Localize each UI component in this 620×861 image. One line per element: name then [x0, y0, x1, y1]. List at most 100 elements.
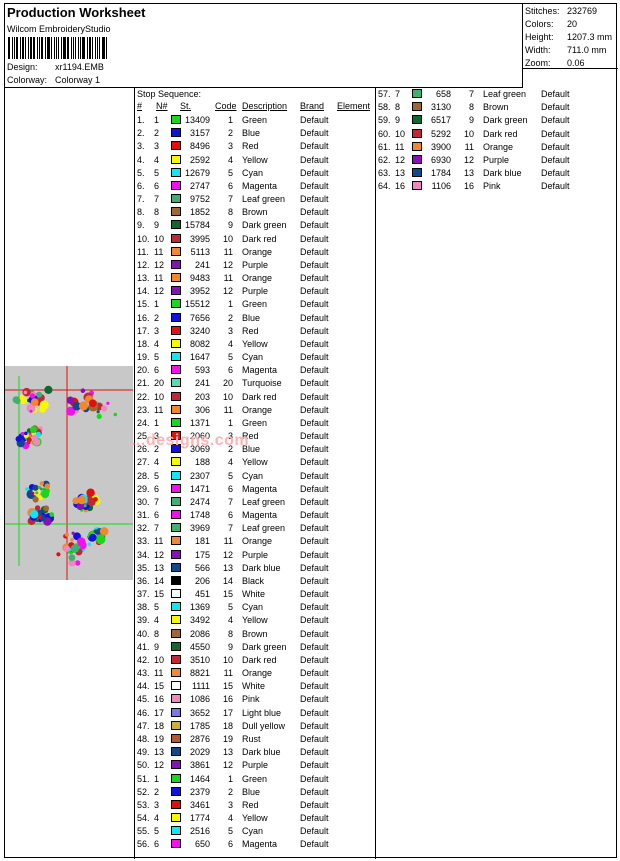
row-number: 7. [137, 194, 145, 205]
needle-number: 20 [154, 378, 165, 389]
color-description: Brown [483, 102, 509, 113]
needle-number: 8 [154, 207, 160, 218]
color-code: 11 [223, 668, 233, 679]
color-code: 9 [468, 115, 474, 126]
row-number: 54. [137, 813, 150, 823]
row-number: 40. [137, 628, 150, 639]
column-header: Element [337, 101, 371, 111]
stat-label: Zoom: [525, 58, 551, 68]
table-row: 51. 1 1464 1 Green Default [135, 773, 375, 787]
color-code: 1 [227, 299, 233, 310]
worksheet-frame: Production Worksheet Wilcom EmbroiderySt… [4, 3, 618, 859]
barcode-icon [8, 37, 108, 59]
color-description: Dark red [242, 233, 277, 244]
brand-name: Default [300, 602, 329, 613]
needle-number: 12 [154, 760, 165, 771]
stat-row: Height: 1207.3 mm [525, 32, 612, 42]
brand-name: Default [300, 615, 329, 626]
row-number: 33. [137, 536, 150, 547]
color-description: Leaf green [242, 194, 286, 205]
table-row: 44. 15 1111 15 White Default [135, 681, 375, 694]
row-number: 44. [137, 681, 150, 692]
color-code: 5 [227, 470, 233, 481]
table-row: 7. 7 9752 7 Leaf green Default [135, 194, 375, 207]
column-header: Brand [300, 101, 325, 111]
row-number: 61. [378, 141, 391, 152]
color-description: Orange [242, 668, 273, 679]
brand-name: Default [300, 813, 329, 823]
table-row: 28. 5 2307 5 Cyan Default [135, 470, 375, 484]
row-number: 41. [137, 641, 150, 652]
brand-name: Default [300, 378, 329, 389]
colorway-field: Colorway: Colorway 1 [7, 75, 100, 85]
brand-name: Default [300, 167, 329, 178]
color-description: Brown [242, 207, 268, 218]
needle-number: 2 [154, 786, 160, 797]
column-header: N# [156, 101, 168, 111]
stitch-count: 306 [194, 404, 210, 415]
table-row: 64. 16 1106 16 Pink Default [376, 181, 616, 194]
brand-name: Default [300, 681, 329, 692]
stitch-count: 8082 [189, 338, 210, 349]
stitch-count: 3240 [189, 325, 210, 336]
needle-number: 2 [154, 128, 160, 139]
brand-name: Default [300, 536, 329, 547]
color-description: Leaf green [242, 496, 286, 507]
color-code: 8 [227, 628, 233, 639]
table-row: 41. 9 4550 9 Dark green Default [135, 641, 375, 655]
needle-number: 5 [154, 602, 160, 613]
stitch-count: 15784 [184, 220, 210, 231]
stitch-count: 2516 [189, 826, 210, 837]
brand-name: Default [300, 194, 329, 205]
table-row: 40. 8 2086 8 Brown Default [135, 628, 375, 642]
color-code: 8 [468, 102, 474, 113]
stat-value: 20 [567, 19, 578, 29]
brand-name: Default [541, 141, 570, 152]
table-row: 56. 6 650 6 Magenta Default [135, 839, 375, 852]
color-code: 7 [227, 523, 233, 534]
table-row: 37. 15 451 15 White Default [135, 589, 375, 602]
brand-name: Default [300, 786, 329, 797]
brand-name: Default [541, 115, 570, 126]
brand-name: Default [300, 773, 329, 784]
needle-number: 13 [154, 562, 165, 573]
color-code: 4 [227, 615, 233, 626]
color-code: 12 [222, 549, 233, 560]
stitch-count: 1748 [189, 510, 210, 521]
stitch-count: 4550 [189, 641, 210, 652]
color-code: 3 [227, 799, 233, 810]
stitch-count: 2747 [189, 180, 210, 191]
needle-number: 12 [395, 154, 406, 165]
stitch-count: 241 [194, 378, 210, 389]
row-number: 45. [137, 694, 150, 705]
color-description: Cyan [242, 352, 264, 363]
brand-name: Default [300, 338, 329, 349]
color-description: Dark red [242, 654, 277, 665]
stitch-count: 3652 [189, 707, 210, 718]
color-description: Green [242, 417, 268, 428]
brand-name: Default [300, 233, 329, 244]
color-description: Leaf green [242, 523, 286, 534]
needle-number: 7 [154, 194, 160, 205]
color-description: Yellow [242, 813, 268, 823]
color-code: 10 [222, 233, 233, 244]
stitch-count: 6517 [430, 115, 451, 126]
stitch-count: 3995 [189, 233, 210, 244]
table-row: 1. 1 13409 1 Green Default [135, 115, 375, 128]
stitch-count: 13409 [184, 115, 210, 125]
table-row: 53. 3 3461 3 Red Default [135, 799, 375, 813]
table-row: 35. 13 566 13 Dark blue Default [135, 562, 375, 576]
brand-name: Default [300, 457, 329, 468]
row-number: 52. [137, 786, 150, 797]
color-description: Red [242, 799, 259, 810]
colorway-value: Colorway 1 [55, 75, 101, 85]
color-code: 2 [227, 128, 233, 139]
row-number: 19. [137, 352, 150, 363]
watermark-text: ...designs.com [131, 432, 250, 449]
color-description: Magenta [242, 510, 278, 521]
table-row: 19. 5 1647 5 Cyan Default [135, 352, 375, 365]
stitch-count: 1106 [431, 181, 451, 192]
needle-number: 4 [154, 338, 160, 349]
design-value: xr1194.EMB [55, 62, 104, 72]
header-panel: Production Worksheet Wilcom EmbroiderySt… [5, 4, 523, 88]
